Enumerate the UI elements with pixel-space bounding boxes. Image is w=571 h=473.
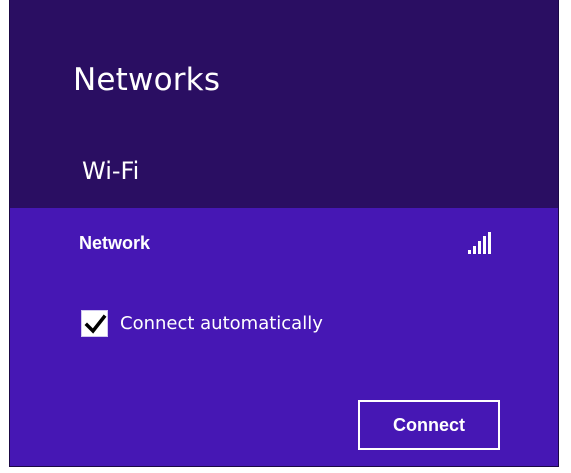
signal-bar-4 xyxy=(483,236,486,254)
signal-strength-icon xyxy=(468,232,498,254)
network-list-item[interactable]: Network Connect automatically Connect xyxy=(10,208,558,466)
connect-automatically-row[interactable]: Connect automatically xyxy=(81,308,323,338)
connect-button[interactable]: Connect xyxy=(358,400,500,450)
panel-title: Networks xyxy=(73,62,221,98)
screenshot-frame: Networks Wi-Fi Network Connect automatic… xyxy=(0,0,571,473)
signal-bar-3 xyxy=(478,241,481,254)
networks-panel: Networks Wi-Fi Network Connect automatic… xyxy=(9,0,559,467)
checkmark-icon xyxy=(84,314,107,334)
connect-automatically-label: Connect automatically xyxy=(120,312,323,334)
connect-automatically-checkbox[interactable] xyxy=(81,309,108,337)
signal-bar-1 xyxy=(468,250,471,254)
signal-bar-5 xyxy=(488,232,491,254)
signal-bar-2 xyxy=(473,246,476,254)
network-name: Network xyxy=(79,233,151,253)
wifi-section-label: Wi-Fi xyxy=(82,157,140,185)
